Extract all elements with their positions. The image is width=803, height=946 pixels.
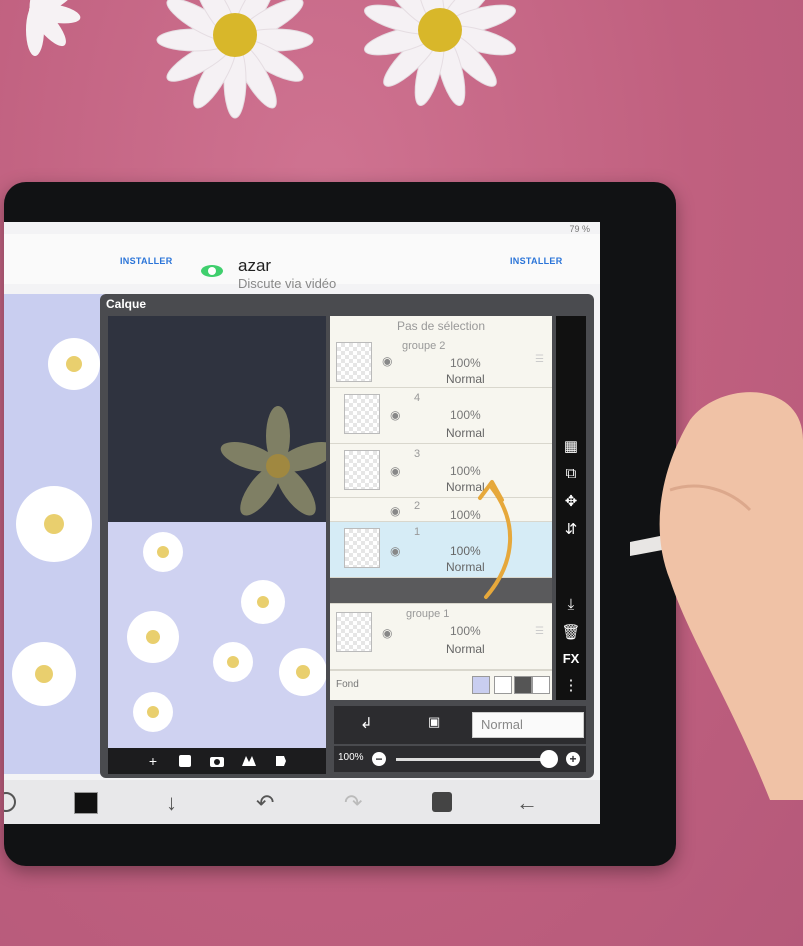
layer-opacity: 100% <box>450 408 481 422</box>
merge-icon[interactable]: ⧉ <box>566 465 577 482</box>
layer-thumbnail <box>344 450 380 490</box>
preview-dark-area <box>108 316 326 522</box>
opacity-slider-knob[interactable] <box>540 750 558 768</box>
background-swatch-lavender[interactable] <box>472 676 490 694</box>
hand-with-stylus <box>630 392 803 800</box>
blend-mode-value: Normal <box>481 717 523 732</box>
redo-icon[interactable]: ↷ <box>344 790 362 816</box>
layer-opacity: 100% <box>450 356 481 370</box>
folder-icon[interactable] <box>240 752 258 770</box>
eye-icon[interactable]: ◉ <box>382 354 392 368</box>
layer-mode: Normal <box>446 372 485 386</box>
trash-icon[interactable]: 🗑 <box>561 623 580 641</box>
side-toolbar: ▦ ⧉ ✥ ⇵ ⤓ 🗑 FX ⋮ <box>556 316 586 700</box>
layer-thumbnail <box>336 612 372 652</box>
blend-bar: ↲ ▣ Normal <box>334 706 586 744</box>
lock-icon[interactable]: ▣ <box>428 714 440 730</box>
background-label: Fond <box>336 679 359 690</box>
tutorial-arrow-icon <box>478 480 512 599</box>
background-swatch-white[interactable] <box>494 676 512 694</box>
layer-thumbnail <box>336 342 372 382</box>
layer-mode: Normal <box>446 426 485 440</box>
export-icon[interactable] <box>272 752 290 770</box>
camera-icon[interactable] <box>208 752 226 770</box>
ad-tagline[interactable]: Discute via vidéo <box>238 276 336 291</box>
eye-icon[interactable]: ◉ <box>390 408 400 422</box>
layer-name: 3 <box>414 448 421 460</box>
install-button-left[interactable]: INSTALLER <box>120 256 173 266</box>
canvas-daisy-art <box>12 338 100 706</box>
layer-actions-bar: + <box>108 748 326 774</box>
layer-name: 1 <box>414 526 421 538</box>
drawing-canvas[interactable] <box>4 294 104 774</box>
background-swatch-none[interactable] <box>532 676 550 694</box>
opacity-minus-button[interactable]: − <box>372 752 386 766</box>
flip-icon[interactable]: ⇵ <box>565 520 578 538</box>
layer-opacity: 100% <box>450 624 481 638</box>
background-row[interactable]: Fond <box>330 670 552 698</box>
status-battery: 79 % <box>569 224 590 234</box>
fx-button[interactable]: FX <box>563 651 580 666</box>
more-icon[interactable]: ⋮ <box>564 676 579 694</box>
back-icon[interactable]: ← <box>516 790 538 816</box>
blend-mode-select[interactable]: Normal <box>472 712 584 738</box>
drag-handle-icon[interactable]: ☰ <box>535 626 544 637</box>
real-daisy-right <box>364 0 516 106</box>
preview-lavender-area <box>108 522 326 748</box>
bottom-toolbar: ↓ ↶ ↷ ← <box>4 780 600 824</box>
ad-banner[interactable]: INSTALLER azar Discute via vidéo INSTALL… <box>4 234 600 291</box>
background-swatch-dark[interactable] <box>514 676 532 694</box>
clipping-icon[interactable]: ↲ <box>360 714 373 732</box>
install-button-right[interactable]: INSTALLER <box>510 256 563 266</box>
add-layer-button[interactable]: + <box>144 752 162 770</box>
layer-row-groupe-1[interactable]: ◉ groupe 1 100% Normal ☰ <box>330 604 552 670</box>
real-daisy-center <box>156 0 314 119</box>
layer-name: 4 <box>414 392 421 404</box>
checker-icon[interactable]: ▦ <box>564 437 578 455</box>
download-icon[interactable]: ⤓ <box>568 596 575 613</box>
layer-thumbnail <box>344 394 380 434</box>
color-swatch[interactable] <box>74 792 98 814</box>
undo-icon[interactable]: ↶ <box>256 790 274 816</box>
move-icon[interactable]: ✥ <box>565 492 578 510</box>
azar-logo-icon <box>201 265 223 277</box>
layer-row-groupe-2[interactable]: ◉ groupe 2 100% Normal ☰ <box>330 336 552 388</box>
panel-title: Calque <box>106 297 147 311</box>
no-selection-label[interactable]: Pas de sélection <box>330 316 552 336</box>
preview-daisies <box>127 532 326 732</box>
eye-icon[interactable]: ◉ <box>390 464 400 478</box>
layer-thumbnail <box>344 528 380 568</box>
preview-flower-icon <box>220 406 326 516</box>
opacity-label: 100% <box>338 752 364 763</box>
drag-handle-icon[interactable]: ☰ <box>535 354 544 365</box>
layer-name: groupe 1 <box>406 608 450 620</box>
layer-name: 2 <box>414 500 421 512</box>
eye-icon[interactable]: ◉ <box>382 626 392 640</box>
eye-icon[interactable]: ◉ <box>390 504 400 518</box>
opacity-plus-button[interactable]: + <box>566 752 580 766</box>
layers-icon[interactable] <box>432 792 452 812</box>
layer-row-4[interactable]: ◉ 4 100% Normal <box>330 388 552 444</box>
add-layer-icon[interactable] <box>176 752 194 770</box>
layer-name: groupe 2 <box>402 340 446 352</box>
ad-app-name[interactable]: azar <box>238 256 271 276</box>
opacity-bar: 100% − + <box>334 746 586 772</box>
down-arrow-icon[interactable]: ↓ <box>166 790 177 816</box>
layer-mode: Normal <box>446 642 485 656</box>
opacity-slider[interactable] <box>396 758 550 761</box>
real-daisy-left <box>26 0 81 56</box>
eye-icon[interactable]: ◉ <box>390 544 400 558</box>
brush-size-icon[interactable] <box>4 792 16 812</box>
